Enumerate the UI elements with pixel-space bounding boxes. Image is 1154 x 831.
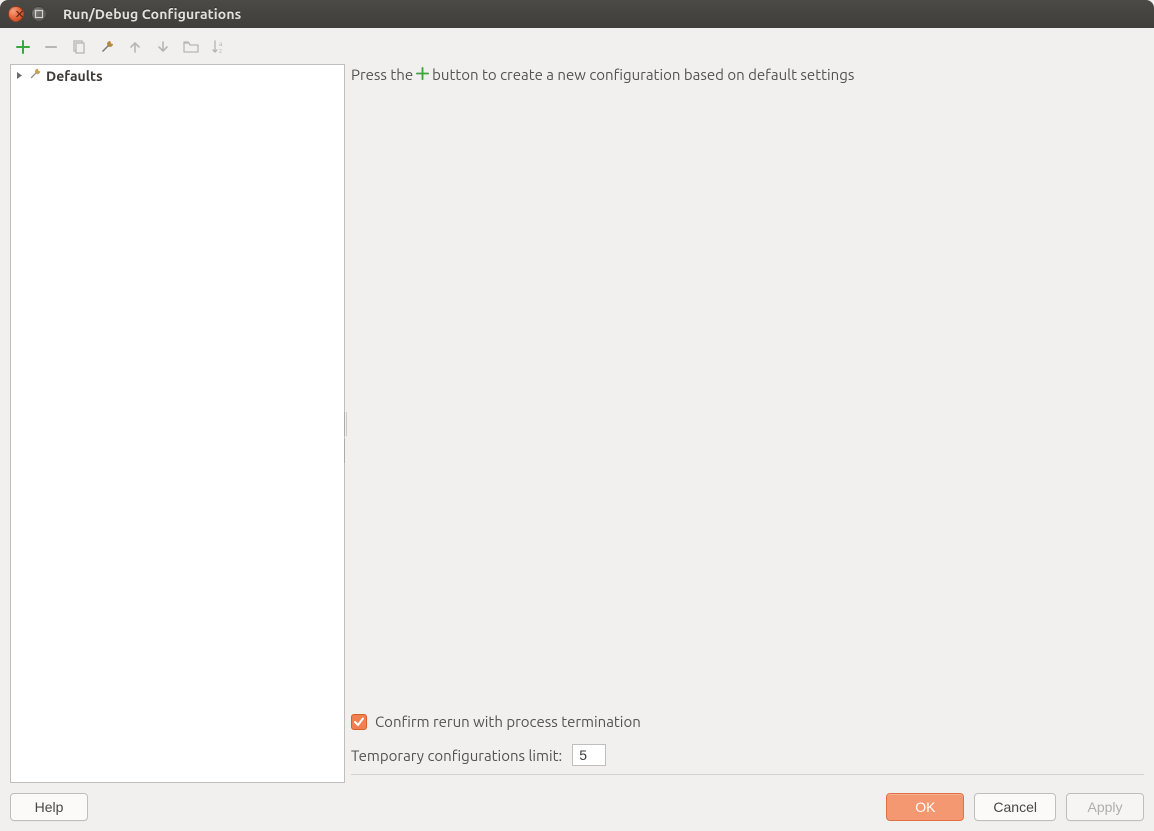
help-button[interactable]: Help <box>10 793 88 821</box>
temp-limit-label: Temporary configurations limit: <box>351 747 562 764</box>
hint-text-post: button to create a new configuration bas… <box>432 66 854 83</box>
confirm-rerun-checkbox[interactable] <box>351 714 367 730</box>
toolbar: a z <box>10 36 1144 58</box>
cancel-button[interactable]: Cancel <box>974 793 1056 821</box>
copy-icon[interactable] <box>70 38 88 56</box>
window-controls <box>8 6 47 22</box>
svg-text:z: z <box>219 49 222 55</box>
window-title: Run/Debug Configurations <box>63 6 241 22</box>
tree-item-label: Defaults <box>46 68 103 84</box>
tree-item-defaults[interactable]: Defaults <box>11 65 344 86</box>
empty-hint: Press the button to create a new configu… <box>351 64 1144 83</box>
chevron-right-icon[interactable] <box>15 71 24 80</box>
options-block: Confirm rerun with process termination T… <box>351 713 1144 775</box>
remove-icon[interactable] <box>42 38 60 56</box>
ok-button[interactable]: OK <box>886 793 964 821</box>
confirm-rerun-label: Confirm rerun with process termination <box>375 713 641 730</box>
minimize-icon[interactable] <box>31 6 47 22</box>
close-icon[interactable] <box>8 6 24 22</box>
folder-icon[interactable] <box>182 38 200 56</box>
apply-button[interactable]: Apply <box>1066 793 1144 821</box>
sort-az-icon[interactable]: a z <box>210 38 228 56</box>
arrow-down-icon[interactable] <box>154 38 172 56</box>
flex-spacer <box>351 83 1144 713</box>
configurations-tree[interactable]: Defaults <box>10 64 345 783</box>
temp-limit-row: Temporary configurations limit: <box>351 744 1144 766</box>
content-area: a z Defaults <box>0 28 1154 831</box>
confirm-rerun-row: Confirm rerun with process termination <box>351 713 1144 730</box>
titlebar[interactable]: Run/Debug Configurations <box>0 0 1154 28</box>
add-icon[interactable] <box>14 38 32 56</box>
hint-text-pre: Press the <box>351 66 413 83</box>
splitter-handle[interactable] <box>344 412 349 436</box>
body-row: Defaults Press the button to create a ne… <box>10 64 1144 783</box>
temp-limit-input[interactable] <box>572 744 606 766</box>
run-debug-configurations-dialog: Run/Debug Configurations <box>0 0 1154 831</box>
detail-panel: Press the button to create a new configu… <box>351 64 1144 783</box>
dialog-footer: Help OK Cancel Apply <box>10 789 1144 821</box>
add-icon <box>416 66 429 83</box>
arrow-up-icon[interactable] <box>126 38 144 56</box>
svg-text:a: a <box>219 42 223 48</box>
wrench-icon[interactable] <box>98 38 116 56</box>
wrench-icon <box>28 67 42 84</box>
